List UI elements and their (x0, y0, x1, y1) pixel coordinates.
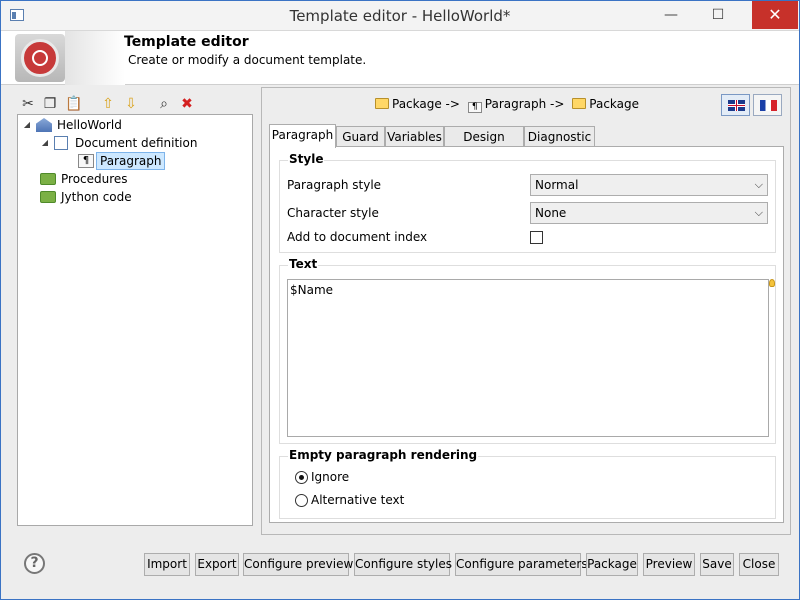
project-icon (36, 118, 52, 132)
package-button[interactable]: Package (586, 553, 638, 576)
breadcrumb: Package -> ¶ Paragraph -> Package (375, 95, 643, 113)
button-bar: ? Import Export Configure preview Config… (1, 541, 799, 599)
tree-node-label: Document definition (75, 136, 198, 150)
empty-paragraph-group: Empty paragraph rendering Ignore Alterna… (279, 448, 776, 519)
tab-variables[interactable]: Variables (385, 126, 444, 147)
empty-group-title: Empty paragraph rendering (288, 448, 479, 462)
alternative-text-radio[interactable] (295, 494, 308, 507)
tab-paragraph[interactable]: Paragraph (269, 124, 336, 148)
properties-panel: Package -> ¶ Paragraph -> Package Paragra… (261, 87, 791, 535)
tab-diagnostic[interactable]: Diagnostic (524, 126, 595, 147)
character-style-label: Character style (287, 206, 379, 220)
paragraph-icon: ¶ (78, 154, 94, 168)
breadcrumb-item[interactable]: Package (589, 97, 639, 111)
paragraph-icon: ¶ (467, 102, 482, 113)
english-flag-button[interactable] (721, 94, 750, 116)
copy-icon[interactable]: ❐ (41, 95, 59, 113)
configure-styles-button[interactable]: Configure styles (354, 553, 452, 576)
style-group-title: Style (288, 152, 325, 166)
template-editor-window: Template editor - HelloWorld* — ☐ ✕ Temp… (0, 0, 800, 600)
tree-node-label: HelloWorld (57, 118, 122, 132)
paragraph-text-editor[interactable]: $Name (287, 279, 769, 437)
folder-icon (572, 98, 587, 109)
app-logo-icon (15, 34, 65, 82)
preview-button[interactable]: Preview (643, 553, 695, 576)
close-button[interactable]: Close (739, 553, 779, 576)
style-group: Style Paragraph style Normal ⌵ Character … (279, 152, 776, 253)
cut-icon[interactable]: ✂ (19, 95, 37, 113)
paragraph-tab-content: Style Paragraph style Normal ⌵ Character … (269, 146, 784, 523)
chevron-down-icon: ⌵ (754, 206, 763, 219)
character-style-value: None (535, 206, 567, 220)
alternative-text-label[interactable]: Alternative text (311, 493, 404, 507)
french-flag-icon (760, 100, 777, 111)
close-window-button[interactable]: ✕ (752, 1, 798, 29)
ignore-radio[interactable] (295, 471, 308, 484)
document-icon (54, 136, 68, 150)
expand-arrow-icon[interactable]: ◢ (22, 116, 32, 134)
tree-node-label: Jython code (61, 190, 132, 204)
save-button[interactable]: Save (700, 553, 734, 576)
delete-icon[interactable]: ✖ (178, 95, 196, 113)
import-button[interactable]: Import (144, 553, 190, 576)
paste-icon[interactable]: 📋 (65, 95, 83, 113)
tab-design-notes[interactable]: Design notes (444, 126, 524, 164)
template-tree[interactable]: ◢ HelloWorld ◢ Document definition ¶ Par… (17, 114, 253, 526)
maximize-button[interactable]: ☐ (701, 1, 735, 29)
export-button[interactable]: Export (195, 553, 239, 576)
help-icon[interactable]: ? (24, 553, 45, 574)
folder-icon (40, 191, 56, 203)
hint-bulb-icon[interactable] (769, 279, 775, 287)
paragraph-style-label: Paragraph style (287, 178, 382, 192)
tree-panel: ✂ ❐ 📋 ⇧ ⇩ ⌕ ✖ ◢ HelloWorld ◢ Document de… (11, 87, 257, 535)
add-to-index-checkbox[interactable] (530, 231, 543, 244)
text-group-title: Text (288, 257, 319, 271)
text-group: Text $Name (279, 257, 776, 444)
folder-icon (40, 173, 56, 185)
tab-guard[interactable]: Guard (336, 126, 385, 147)
header-subtitle: Create or modify a document template. (128, 53, 367, 67)
breadcrumb-item[interactable]: Paragraph -> (485, 97, 565, 111)
move-up-icon[interactable]: ⇧ (99, 95, 117, 113)
paragraph-style-value: Normal (535, 178, 579, 192)
tree-node-label: Procedures (61, 172, 128, 186)
index-label: Add to document index (287, 230, 428, 244)
folder-icon (375, 98, 389, 109)
french-flag-button[interactable] (753, 94, 782, 116)
title-bar[interactable]: Template editor - HelloWorld* — ☐ ✕ (1, 1, 799, 31)
english-flag-icon (728, 100, 745, 111)
tree-node-label: Paragraph (96, 152, 166, 170)
chevron-down-icon: ⌵ (754, 178, 763, 191)
find-icon[interactable]: ⌕ (155, 95, 173, 113)
character-style-select[interactable]: None ⌵ (530, 202, 768, 224)
paragraph-style-select[interactable]: Normal ⌵ (530, 174, 768, 196)
expand-arrow-icon[interactable]: ◢ (40, 134, 50, 152)
move-down-icon[interactable]: ⇩ (122, 95, 140, 113)
configure-preview-button[interactable]: Configure preview (243, 553, 353, 576)
dialog-header: Template editor Create or modify a docum… (1, 31, 799, 85)
breadcrumb-item[interactable]: Package -> (392, 97, 460, 111)
ignore-label[interactable]: Ignore (311, 470, 349, 484)
header-title: Template editor (124, 34, 249, 50)
minimize-button[interactable]: — (654, 1, 688, 29)
configure-parameters-button[interactable]: Configure parameters (455, 553, 588, 576)
